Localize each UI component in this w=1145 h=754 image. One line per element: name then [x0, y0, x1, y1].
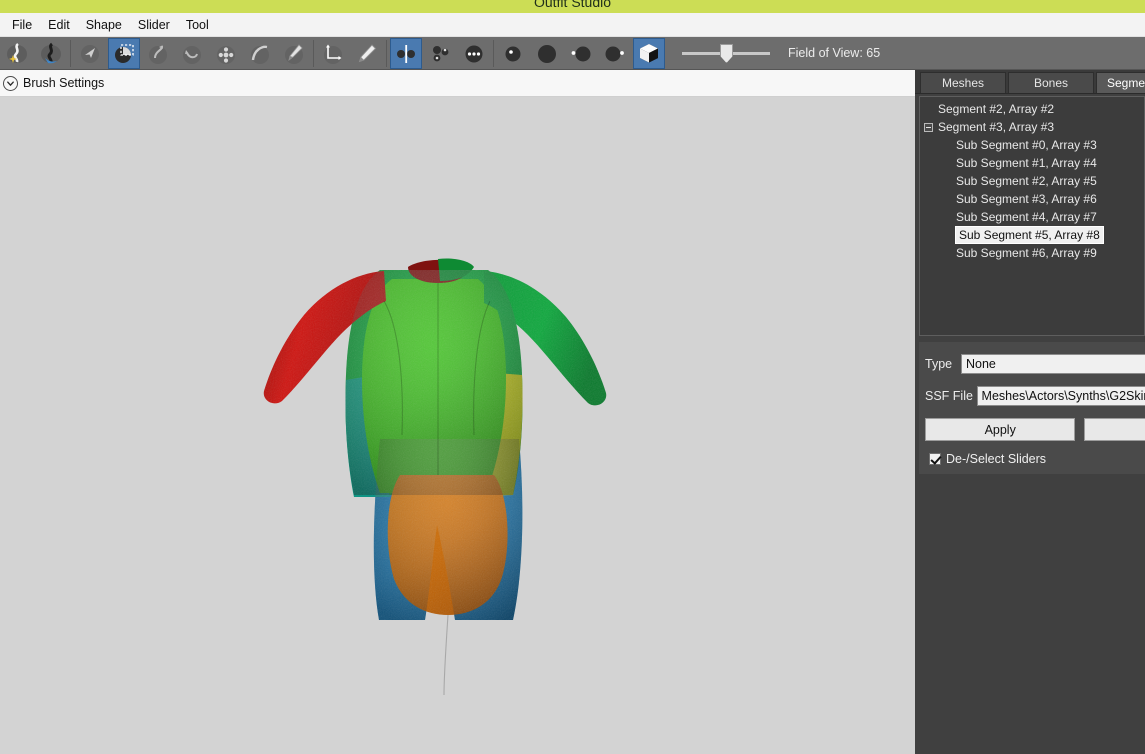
toolbar-group-display — [389, 37, 491, 70]
tab-meshes[interactable]: Meshes — [920, 72, 1006, 93]
field-of-view-label: Field of View: 65 — [788, 46, 881, 60]
menu-shape[interactable]: Shape — [78, 15, 130, 35]
tree-item-sub-segment-4[interactable]: Sub Segment #4, Array #7 — [920, 208, 1144, 226]
show-lighting-icon[interactable] — [565, 38, 597, 69]
tree-item-label: Sub Segment #0, Array #3 — [956, 138, 1097, 152]
type-select[interactable]: None — [961, 354, 1145, 374]
smooth-brush-icon[interactable] — [244, 38, 276, 69]
load-reference-icon[interactable] — [35, 38, 67, 69]
brush-settings-bar[interactable]: Brush Settings — [0, 70, 915, 97]
window-title: Outfit Studio — [533, 0, 612, 10]
ssf-file-label: SSF File — [925, 389, 973, 403]
move-brush-icon[interactable] — [210, 38, 242, 69]
inflate-brush-icon[interactable] — [142, 38, 174, 69]
main-toolbar: Field of View: 65 — [0, 37, 1145, 70]
menu-edit[interactable]: Edit — [40, 15, 78, 35]
segment-properties-panel: Type None SSF File Meshes\Actors\Synths\… — [919, 342, 1145, 474]
field-of-view-control: Field of View: 65 — [682, 42, 880, 64]
de-select-sliders-row[interactable]: De-/Select Sliders — [929, 452, 1046, 466]
tree-item-label: Sub Segment #5, Array #8 — [956, 226, 1103, 243]
menu-slider[interactable]: Slider — [130, 15, 178, 35]
toolbar-separator — [313, 39, 314, 67]
tree-item-label: Sub Segment #4, Array #7 — [956, 210, 1097, 224]
menu-tool[interactable]: Tool — [178, 15, 217, 35]
toolbar-separator — [493, 39, 494, 67]
vertex-edges-icon[interactable] — [390, 37, 422, 69]
right-dock-panel: Meshes Bones Segments Segment #2, Array … — [915, 70, 1145, 754]
field-of-view-slider[interactable] — [682, 42, 770, 64]
tree-item-label: Sub Segment #1, Array #4 — [956, 156, 1097, 170]
ssf-file-row: SSF File Meshes\Actors\Synths\G2Skin_ — [925, 386, 1145, 406]
seam-edges-icon[interactable] — [458, 38, 490, 69]
weight-paint-brush-icon[interactable] — [278, 38, 310, 69]
tree-item-label: Sub Segment #3, Array #6 — [956, 192, 1097, 206]
apply-button[interactable]: Apply — [925, 418, 1076, 441]
toolbar-group-render — [496, 37, 666, 70]
show-texture-icon[interactable] — [531, 38, 563, 69]
secondary-button[interactable] — [1084, 418, 1145, 441]
segments-tree[interactable]: Segment #2, Array #2 Segment #3, Array #… — [919, 96, 1145, 336]
menu-bar: File Edit Shape Slider Tool — [0, 13, 1145, 37]
tree-item-label: Segment #2, Array #2 — [938, 102, 1055, 116]
brush-settings-label: Brush Settings — [23, 76, 105, 90]
toolbar-separator — [70, 39, 71, 67]
toolbar-group-file — [0, 37, 68, 70]
select-vertex-icon[interactable] — [74, 38, 106, 69]
type-row: Type None — [925, 354, 1145, 374]
collapse-minus-icon[interactable] — [924, 122, 933, 132]
tree-item-sub-segment-0[interactable]: Sub Segment #0, Array #3 — [920, 136, 1144, 154]
window-title-bar: Outfit Studio — [0, 0, 1145, 13]
tree-item-label: Segment #3, Array #3 — [938, 120, 1055, 134]
show-normals-icon[interactable] — [599, 38, 631, 69]
vertex-points-icon[interactable] — [424, 38, 456, 69]
tree-item-label: Sub Segment #6, Array #9 — [956, 246, 1097, 260]
de-select-sliders-label: De-/Select Sliders — [946, 452, 1047, 466]
toolbar-group-brush — [73, 37, 311, 70]
toolbar-group-transform — [316, 37, 384, 70]
tree-item-segment-2[interactable]: Segment #2, Array #2 — [920, 100, 1144, 118]
tree-item-sub-segment-1[interactable]: Sub Segment #1, Array #4 — [920, 154, 1144, 172]
tab-bones[interactable]: Bones — [1008, 72, 1094, 93]
tree-item-sub-segment-5[interactable]: Sub Segment #5, Array #8 — [920, 226, 1144, 244]
transform-axis-icon[interactable] — [317, 38, 349, 69]
mask-brush-icon[interactable] — [108, 37, 140, 69]
outfit-mesh-model[interactable] — [258, 175, 648, 735]
properties-button-row: Apply — [925, 418, 1145, 441]
viewport-3d[interactable] — [0, 97, 915, 754]
deflate-brush-icon[interactable] — [176, 38, 208, 69]
panel-empty-area — [915, 478, 1145, 754]
ssf-file-input[interactable]: Meshes\Actors\Synths\G2Skin_ — [976, 386, 1145, 406]
tree-item-sub-segment-3[interactable]: Sub Segment #3, Array #6 — [920, 190, 1144, 208]
pencil-edit-icon[interactable] — [351, 38, 383, 69]
tree-item-sub-segment-6[interactable]: Sub Segment #6, Array #9 — [920, 244, 1144, 262]
show-mesh-solid-icon[interactable] — [633, 37, 665, 69]
show-wireframe-icon[interactable] — [497, 38, 529, 69]
tree-item-segment-3[interactable]: Segment #3, Array #3 — [920, 118, 1144, 136]
tab-segments[interactable]: Segments — [1096, 72, 1145, 93]
type-label: Type — [925, 357, 953, 371]
panel-tab-strip: Meshes Bones Segments — [915, 70, 1145, 94]
tree-item-label: Sub Segment #2, Array #5 — [956, 174, 1097, 188]
chevron-down-icon[interactable] — [3, 75, 18, 91]
menu-file[interactable]: File — [4, 15, 40, 35]
load-project-icon[interactable] — [1, 38, 33, 69]
outfit-studio-window: Outfit Studio File Edit Shape Slider Too… — [0, 0, 1145, 754]
tree-item-sub-segment-2[interactable]: Sub Segment #2, Array #5 — [920, 172, 1144, 190]
toolbar-separator — [386, 39, 387, 67]
de-select-sliders-checkbox[interactable] — [929, 453, 941, 465]
slider-thumb[interactable] — [720, 44, 733, 63]
